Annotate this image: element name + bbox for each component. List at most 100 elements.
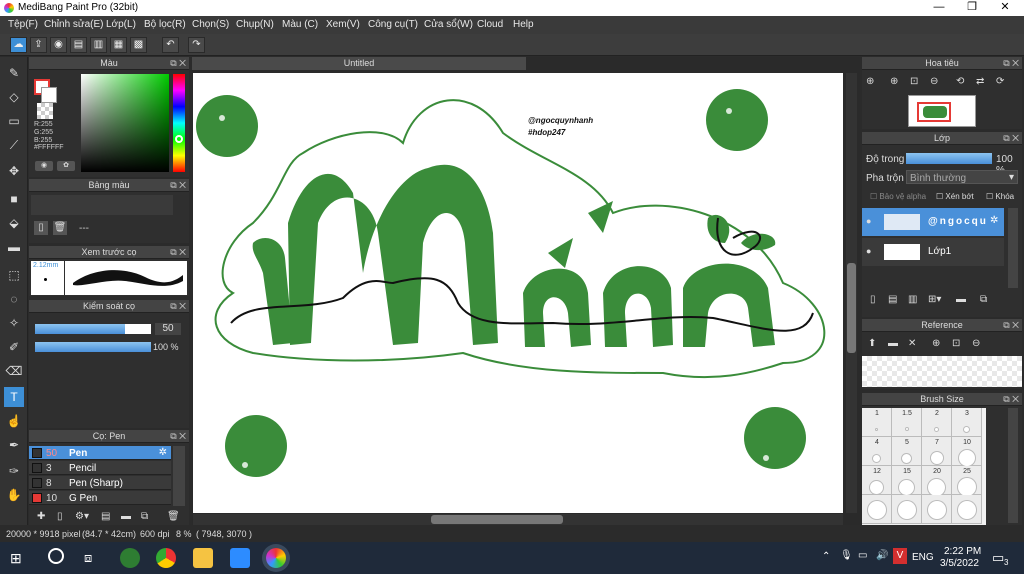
clipping-checkbox[interactable]: ☐ Xén bớt [936,192,974,201]
layer-merge-icon[interactable]: ⧉ [980,294,987,305]
brush-list-item[interactable]: 8 Pen (Sharp) [29,476,171,490]
zoom-out-icon[interactable]: ⊖ [972,338,980,349]
navigator-thumbnail[interactable] [908,95,976,127]
clock-time[interactable]: 2:22 PM [944,546,981,557]
grid-icon[interactable]: ▦ [110,37,127,53]
panel-controls-icon[interactable]: ⧉ ✕ [170,179,186,192]
cloud-icon[interactable]: ☁ [10,37,27,53]
menu-cloud[interactable]: Cloud [477,19,503,30]
panel-controls-icon[interactable]: ⧉ ✕ [1003,57,1019,70]
hue-handle[interactable] [175,135,183,143]
search-icon[interactable] [48,548,64,564]
palette-icon[interactable]: ✿ [57,161,75,171]
menu-layer[interactable]: Lớp(L) [106,19,136,30]
panel-controls-icon[interactable]: ⧉ ✕ [1003,393,1019,406]
flip-icon[interactable]: ⇄ [976,76,984,87]
menu-filter[interactable]: Bộ lọc(R) [144,19,186,30]
reference-open-icon[interactable]: ⬆ [868,338,876,349]
delete-palette-icon[interactable]: 🗑 [53,221,67,235]
windows-start-icon[interactable]: ⊞ [10,550,22,567]
gear-icon[interactable]: ✲ [990,215,998,226]
eraser-icon[interactable]: ◇ [4,87,24,107]
brush-size-cell[interactable] [892,495,922,524]
menu-tools[interactable]: Công cụ(T) [368,19,418,30]
minimize-button[interactable]: — [922,0,956,16]
new-layer-icon[interactable]: ▯ [870,294,876,305]
hue-slider[interactable] [173,74,185,172]
panel-controls-icon[interactable]: ⧉ ✕ [170,57,186,70]
brush-size-cell[interactable]: 12 [862,466,892,495]
rotate-icon[interactable]: ⟲ [956,76,964,87]
brush-list-scrollbar[interactable] [173,446,185,506]
chat-icon[interactable]: ◉ [50,37,67,53]
panel-controls-icon[interactable]: ⧉ ✕ [170,300,186,313]
panel-controls-icon[interactable]: ⧉ ✕ [1003,132,1019,145]
file-explorer-icon[interactable] [193,548,213,568]
volume-icon[interactable]: 🔊 [876,550,888,561]
brush-opacity-slider[interactable] [35,342,151,352]
zoom-out-icon[interactable]: ⊖ [930,76,938,87]
fit-icon[interactable]: ⊡ [952,338,960,349]
layer-folder-icon[interactable]: ▬ [956,294,966,305]
hand-icon[interactable]: ✋ [4,485,24,505]
menu-color[interactable]: Màu (C) [282,19,318,30]
zoom-in-icon[interactable]: ⊕ [932,338,940,349]
gradient-icon[interactable]: ▬ [4,237,24,257]
mic-icon[interactable]: 🎙 [840,550,853,561]
magic-wand-icon[interactable]: ✧ [4,313,24,333]
zoom-plus-icon[interactable]: ⊕ [890,76,898,87]
new-palette-icon[interactable]: ▯ [34,221,48,235]
brush-size-value[interactable]: 50 [155,323,181,335]
zoom-in-icon[interactable]: ⊕ [866,76,874,87]
panel-controls-icon[interactable]: ⧉ ✕ [1003,319,1019,332]
language-indicator[interactable]: ENG [912,552,934,563]
brush-size-cell[interactable]: 3 [952,408,982,437]
lock-checkbox[interactable]: ☐ Khóa [986,192,1014,201]
palette-area[interactable] [31,195,173,215]
brush-size-cell[interactable]: 2 [922,408,952,437]
brush-list-item[interactable]: 10 G Pen [29,491,171,505]
operation-icon[interactable]: ☝ [4,411,24,431]
lasso-icon[interactable]: ◌ [4,289,24,309]
menu-view[interactable]: Xem(V) [326,19,360,30]
chevron-up-icon[interactable]: ⌃ [822,551,830,562]
chrome-icon[interactable] [156,548,176,568]
layer-opacity-slider[interactable] [906,153,992,164]
brush-size-cell[interactable] [922,495,952,524]
add-brush-icon[interactable]: ✚ [37,511,45,522]
brush-size-slider[interactable] [35,324,151,334]
brush-size-cell[interactable]: 15 [892,466,922,495]
brush-size-scrollbar[interactable] [1008,408,1018,523]
vietkey-icon[interactable]: V [893,548,907,564]
select-icon[interactable]: ⬚ [4,265,24,285]
menu-capture[interactable]: Chụp(N) [236,19,274,30]
move-icon[interactable]: ✥ [4,161,24,181]
medibang-icon[interactable] [266,548,286,568]
close-button[interactable]: ✕ [988,0,1022,16]
brush-size-cell[interactable]: 10 [952,437,982,466]
app-green-icon[interactable] [120,548,140,568]
bucket-icon[interactable]: ⬙ [4,213,24,233]
close-icon[interactable]: ✕ [908,338,916,349]
menu-help[interactable]: Help [513,19,534,30]
layer-scrollbar[interactable] [1008,208,1018,288]
task-view-icon[interactable]: ⧈ [84,550,92,566]
dotline-icon[interactable]: ⟋ [4,135,24,155]
transparent-swatch[interactable] [37,103,53,119]
brush-size-cell[interactable]: 4 [862,437,892,466]
pen-icon[interactable]: ✑ [4,461,24,481]
menu-file[interactable]: Tệp(F) [8,19,38,30]
eye-icon[interactable]: ● [866,216,871,226]
blend-mode-select[interactable]: Bình thường ▾ [906,170,1018,184]
new-layer-2-icon[interactable]: ▤ [888,294,897,305]
tiles-icon[interactable]: ▩ [130,37,147,53]
vertical-scrollbar[interactable] [846,73,857,513]
clock-date[interactable]: 3/5/2022 [940,558,979,569]
brush-settings-icon[interactable]: ⚙▾ [75,511,89,522]
panel-controls-icon[interactable]: ⧉ ✕ [170,246,186,259]
brush-list-item[interactable]: 50 Pen ✲ [29,446,171,460]
page-icon[interactable]: ▥ [90,37,107,53]
comment-icon[interactable]: ▤ [70,37,87,53]
layer-options-icon[interactable]: ⊞▾ [928,294,941,305]
brush-size-cell[interactable]: 5 [892,437,922,466]
